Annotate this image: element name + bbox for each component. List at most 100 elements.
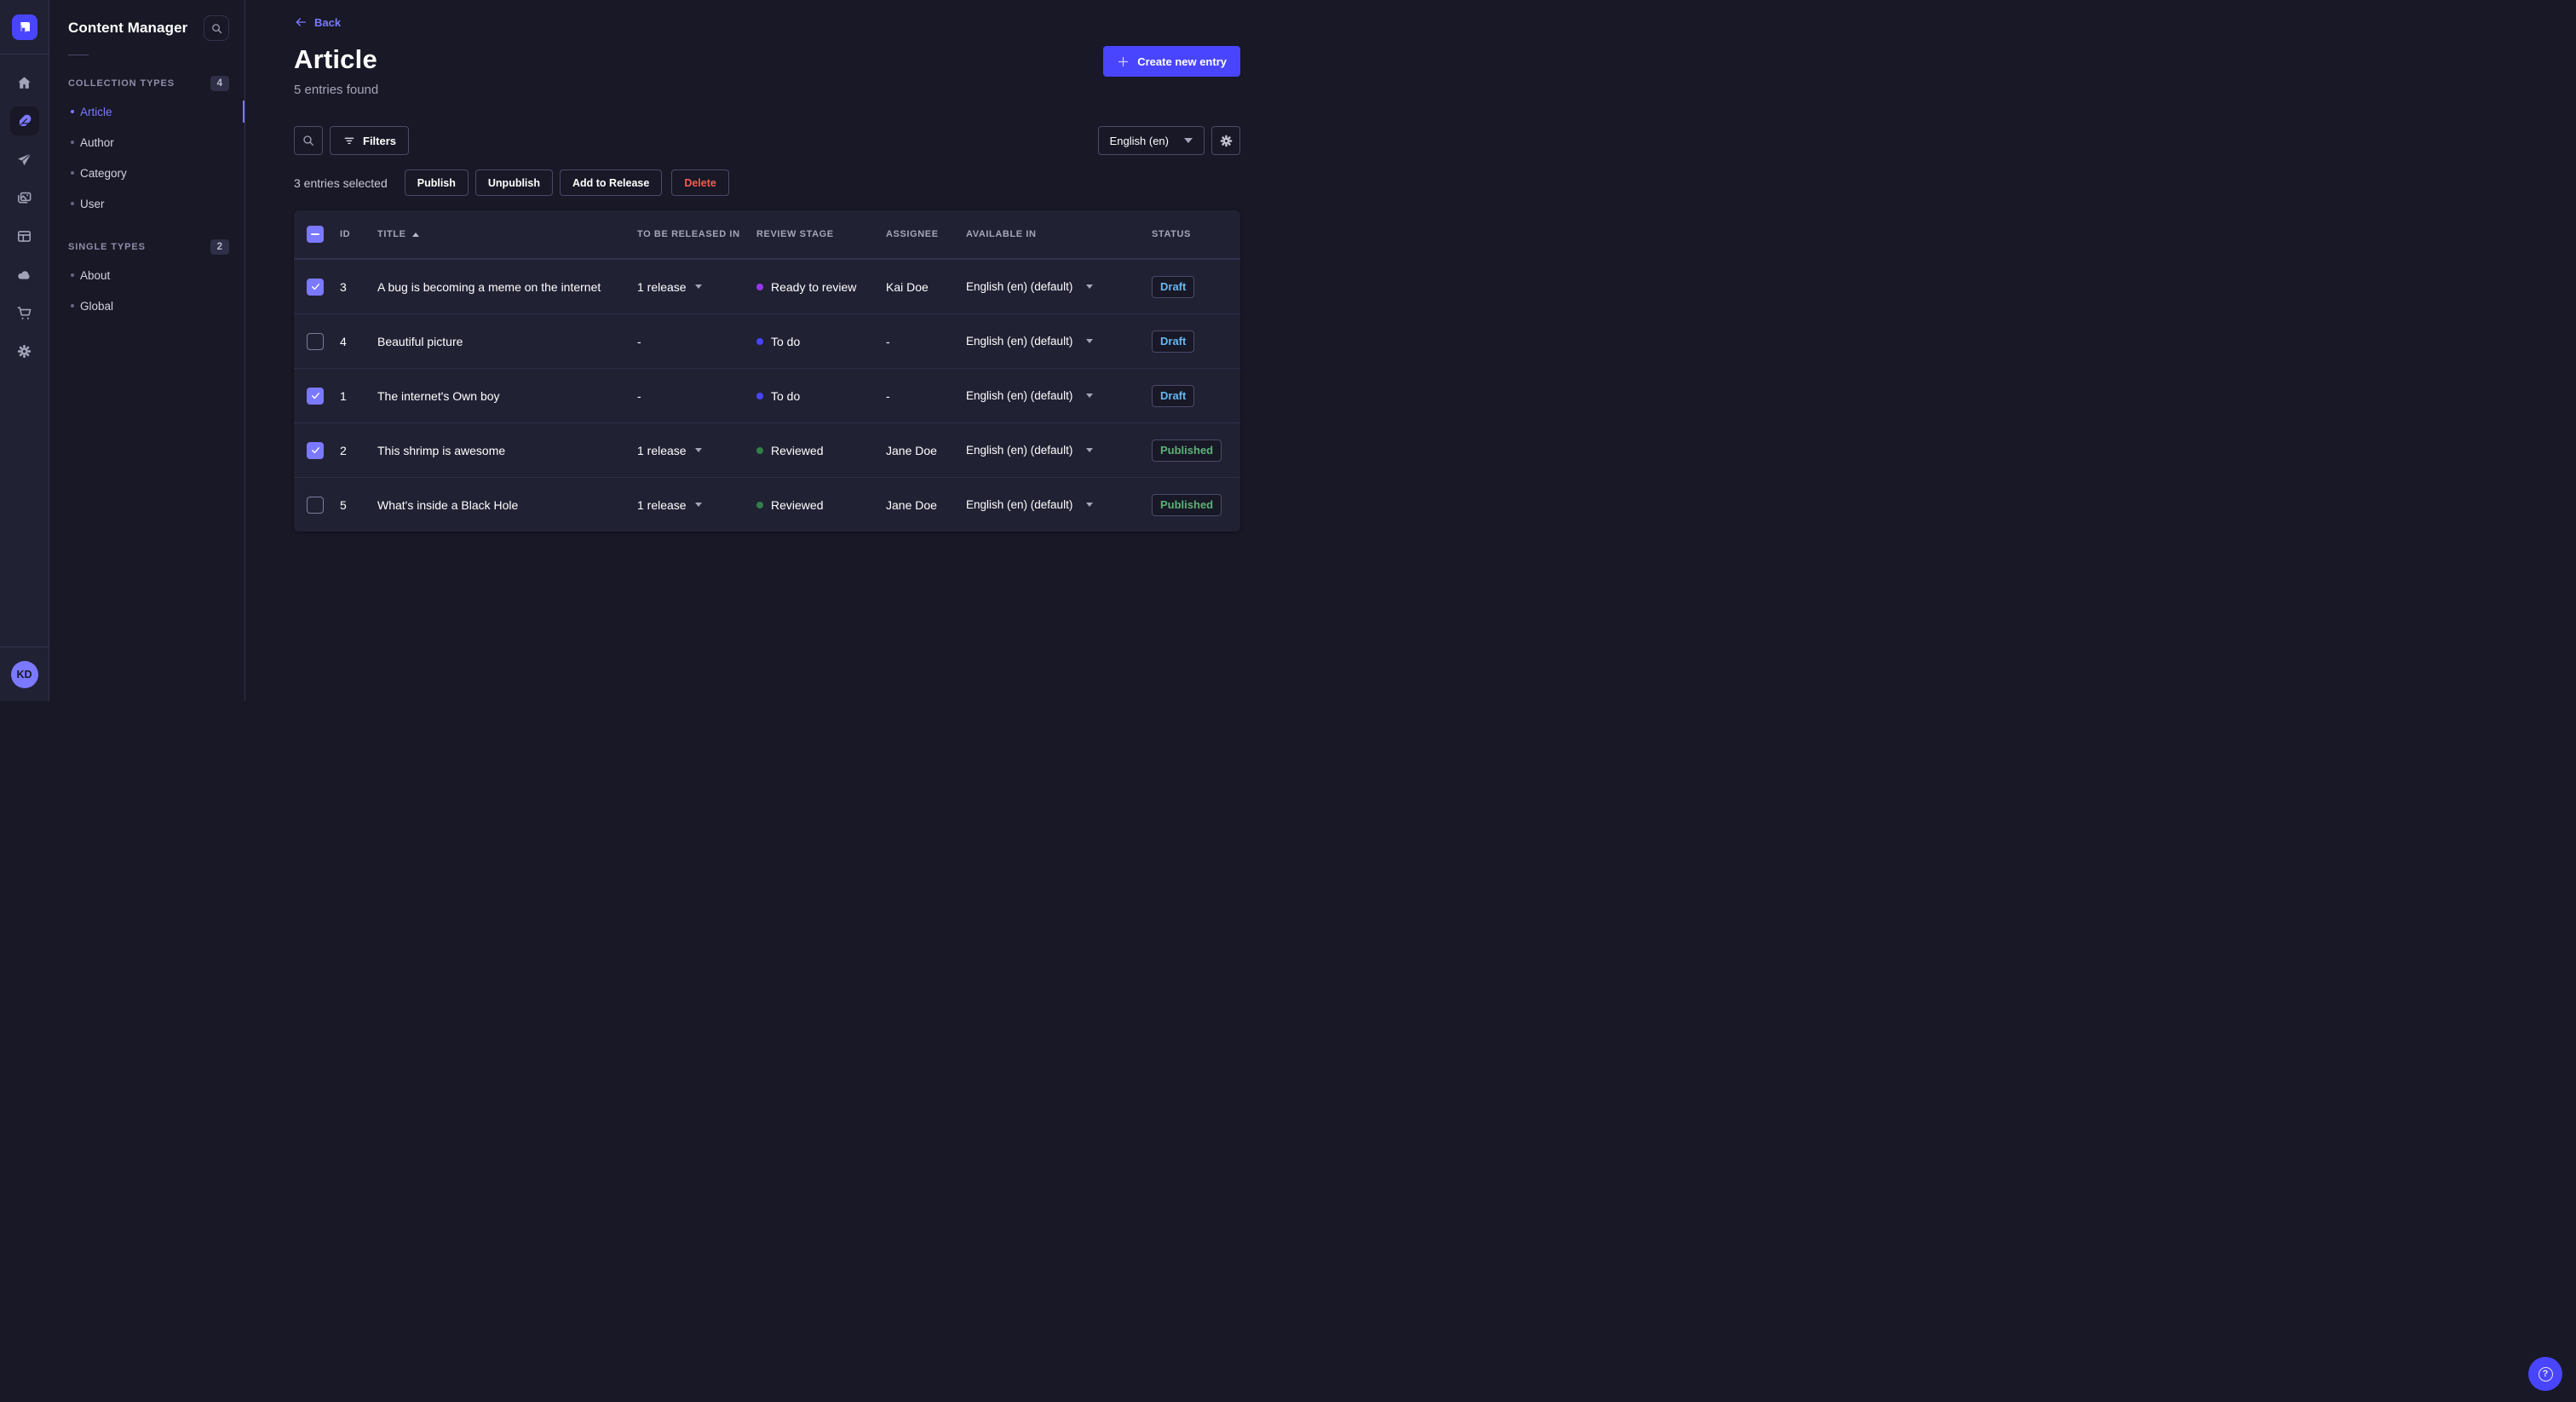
bullet-icon: [71, 202, 74, 205]
chevron-down-icon: [1086, 394, 1094, 398]
row-checkbox[interactable]: [307, 441, 324, 459]
stage-dot: [756, 337, 763, 345]
sidebar-item-article[interactable]: Article: [49, 96, 244, 127]
sidebar-item-user[interactable]: User: [49, 188, 244, 219]
help-button[interactable]: ?: [2528, 1357, 2562, 1391]
column-header-release[interactable]: TO BE RELEASED IN: [637, 229, 756, 239]
status-badge: Draft: [1152, 330, 1195, 353]
check-icon: [311, 447, 319, 454]
select-all-checkbox[interactable]: [307, 226, 324, 243]
cell-release[interactable]: 1 release: [637, 280, 756, 294]
cell-available-in[interactable]: English (en) (default): [966, 498, 1152, 511]
entries-count: 5 entries found: [294, 83, 379, 97]
sidebar-item-category[interactable]: Category: [49, 158, 244, 188]
nav-releases-button[interactable]: [10, 145, 39, 174]
status-badge: Draft: [1152, 275, 1195, 298]
chevron-down-icon: [1086, 284, 1094, 289]
bullet-icon: [71, 141, 74, 144]
column-header-id[interactable]: ID: [340, 229, 377, 239]
cell-title: What's inside a Black Hole: [377, 497, 519, 512]
sidebar-title: Content Manager: [68, 20, 188, 36]
status-badge: Published: [1152, 493, 1222, 516]
stage-dot: [756, 446, 763, 454]
cell-title: This shrimp is awesome: [377, 443, 506, 457]
cell-available-in[interactable]: English (en) (default): [966, 444, 1152, 457]
column-header-title[interactable]: TITLE: [377, 229, 637, 239]
nav-deploy-button[interactable]: [10, 260, 39, 289]
section-label-collection-types: COLLECTION TYPES: [68, 78, 175, 89]
cloud-icon: [18, 270, 30, 279]
cell-title: Beautiful picture: [377, 334, 463, 348]
feather-icon: [18, 114, 32, 127]
gear-icon: [1220, 135, 1232, 147]
bullet-icon: [71, 304, 74, 307]
home-icon: [18, 76, 31, 89]
create-new-entry-button[interactable]: Create new entry: [1103, 46, 1240, 77]
cell-title: The internet's Own boy: [377, 388, 500, 403]
unpublish-button[interactable]: Unpublish: [474, 170, 553, 196]
table-row[interactable]: 5 What's inside a Black Hole 1 release R…: [294, 477, 1240, 531]
add-to-release-button[interactable]: Add to Release: [560, 170, 663, 196]
user-avatar[interactable]: KD: [10, 660, 38, 688]
sidebar-search-button[interactable]: [204, 15, 229, 41]
back-link[interactable]: Back: [294, 15, 341, 29]
stage-dot: [756, 501, 763, 509]
table-search-button[interactable]: [294, 126, 323, 155]
nav-home-button[interactable]: [10, 68, 39, 97]
cell-assignee: Jane Doe: [886, 443, 937, 457]
sidebar-item-label: Author: [80, 135, 114, 149]
column-header-assignee[interactable]: ASSIGNEE: [886, 229, 966, 239]
row-checkbox[interactable]: [307, 278, 324, 296]
row-checkbox[interactable]: [307, 332, 324, 350]
check-icon: [311, 393, 319, 399]
cell-available-in[interactable]: English (en) (default): [966, 280, 1152, 293]
bullet-icon: [71, 110, 74, 113]
sidebar-item-author[interactable]: Author: [49, 127, 244, 158]
strapi-logo[interactable]: [11, 14, 37, 40]
column-header-status[interactable]: STATUS: [1152, 229, 1240, 239]
chevron-down-icon: [1086, 503, 1094, 507]
table-row[interactable]: 1 The internet's Own boy - To do - Engli…: [294, 368, 1240, 422]
cell-available-in[interactable]: English (en) (default): [966, 389, 1152, 402]
sidebar-item-about[interactable]: About: [49, 260, 244, 290]
cell-release: -: [637, 334, 641, 348]
table-row[interactable]: 4 Beautiful picture - To do - English (e…: [294, 313, 1240, 368]
column-header-available-in[interactable]: AVAILABLE IN: [966, 229, 1152, 239]
nav-media-library-button[interactable]: [10, 183, 39, 212]
sidebar-item-label: Category: [80, 166, 127, 180]
cell-assignee: -: [886, 388, 890, 403]
locale-select[interactable]: English (en): [1097, 126, 1205, 155]
main-content: Back Article 5 entries found Create new …: [245, 0, 1288, 701]
status-badge: Draft: [1152, 384, 1195, 407]
row-checkbox[interactable]: [307, 496, 324, 514]
nav-content-manager-button[interactable]: [9, 106, 39, 135]
cell-release[interactable]: 1 release: [637, 498, 756, 512]
layout-icon: [17, 230, 32, 242]
nav-content-type-builder-button[interactable]: [10, 221, 39, 250]
cell-available-in[interactable]: English (en) (default): [966, 335, 1152, 348]
table-row[interactable]: 3 A bug is becoming a meme on the intern…: [294, 259, 1240, 313]
publish-button[interactable]: Publish: [404, 170, 469, 196]
row-checkbox[interactable]: [307, 387, 324, 405]
sidebar-item-label: Article: [80, 105, 112, 118]
sort-ascending-icon: [411, 232, 419, 237]
rail-footer: KD: [0, 646, 49, 701]
cell-release: -: [637, 388, 641, 403]
view-settings-button[interactable]: [1211, 126, 1240, 155]
table-row[interactable]: 2 This shrimp is awesome 1 release Revie…: [294, 422, 1240, 477]
delete-button[interactable]: Delete: [671, 170, 729, 196]
images-icon: [17, 192, 32, 203]
nav-settings-button[interactable]: [10, 336, 39, 365]
sidebar-item-global[interactable]: Global: [49, 290, 244, 321]
column-header-review-stage[interactable]: REVIEW STAGE: [756, 229, 886, 239]
selection-count: 3 entries selected: [294, 175, 388, 190]
sidebar-item-label: Global: [80, 299, 114, 313]
nav-marketplace-button[interactable]: [10, 298, 39, 327]
chevron-down-icon: [694, 503, 702, 507]
paper-plane-icon: [17, 152, 32, 165]
table-header-row: ID TITLE TO BE RELEASED IN REVIEW STAGE …: [294, 210, 1240, 259]
status-badge: Published: [1152, 439, 1222, 462]
filters-button[interactable]: Filters: [330, 126, 410, 155]
cell-title: A bug is becoming a meme on the internet: [377, 279, 601, 294]
cell-release[interactable]: 1 release: [637, 444, 756, 457]
